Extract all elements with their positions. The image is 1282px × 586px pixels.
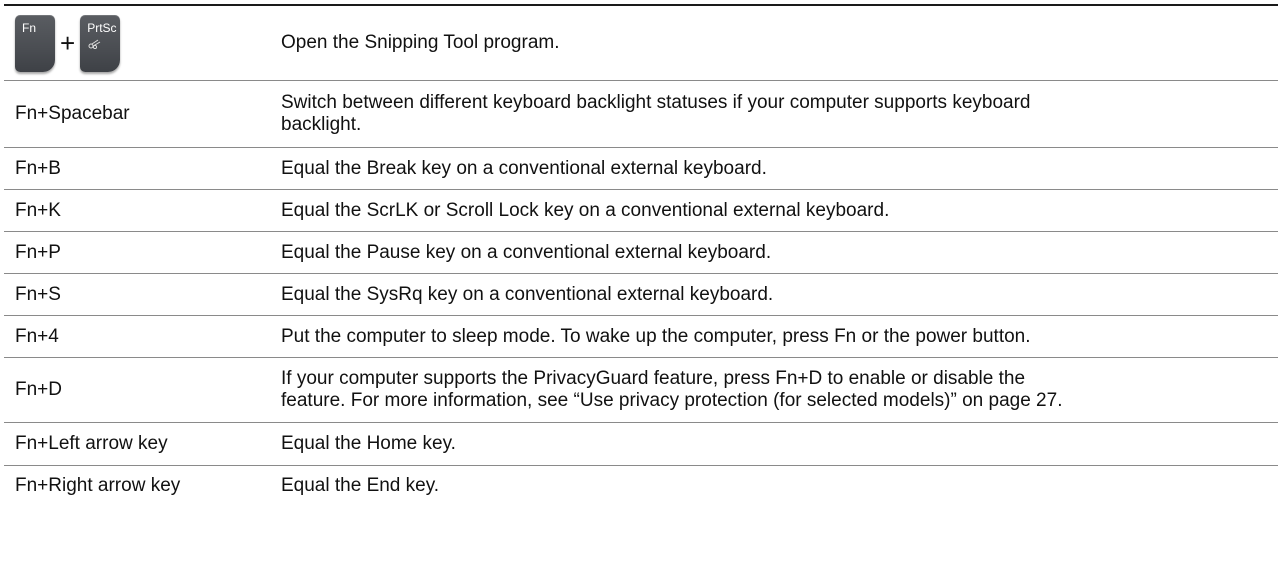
description-cell: Equal the Home key. (281, 433, 456, 454)
prtsc-key-image: PrtSc (80, 14, 121, 72)
fn-key-image: Fn (15, 14, 55, 72)
description-line: If your computer supports the PrivacyGua… (281, 368, 1026, 389)
description-cell: Equal the SysRq key on a conventional ex… (281, 283, 774, 305)
key-cell: Fn+S (15, 283, 61, 305)
description-cell: If your computer supports the PrivacyGua… (269, 368, 1278, 412)
table-row: Fn+P Equal the Pause key on a convention… (4, 232, 1278, 274)
key-cell: Fn+D (15, 379, 62, 400)
table-row: Fn+D If your computer supports the Priva… (4, 358, 1278, 423)
prtsc-key-label: PrtSc (87, 20, 117, 35)
description-cell: Equal the End key. (281, 475, 440, 496)
table-row: Fn+Spacebar Switch between different key… (4, 81, 1278, 148)
table-row: Fn+Right arrow key Equal the End key. (4, 466, 1278, 506)
table-row: Fn+4 Put the computer to sleep mode. To … (4, 316, 1278, 358)
key-cell: Fn+P (15, 241, 61, 263)
description-cell: Equal the Break key on a conventional ex… (281, 157, 767, 179)
key-cell: Fn+Spacebar (15, 103, 130, 124)
description-cell: Equal the ScrLK or Scroll Lock key on a … (281, 199, 890, 221)
key-cell: Fn+4 (15, 325, 59, 347)
description-line: Switch between different keyboard backli… (281, 92, 1031, 113)
table-row: Fn+S Equal the SysRq key on a convention… (4, 274, 1278, 316)
table-row: Fn+B Equal the Break key on a convention… (4, 148, 1278, 190)
plus-sign: + (60, 28, 76, 58)
key-cell: Fn+K (15, 199, 61, 221)
key-cell: Fn+Left arrow key (15, 433, 168, 454)
key-cell: Fn+Right arrow key (15, 475, 181, 496)
key-cell: Fn + PrtSc (4, 14, 269, 72)
table-row: Fn + PrtSc Open the Snipping Tool progra… (4, 6, 1278, 81)
description-cell: Switch between different keyboard backli… (269, 92, 1278, 136)
description-cell: Equal the Pause key on a conventional ex… (281, 241, 772, 263)
table-row: Fn+K Equal the ScrLK or Scroll Lock key … (4, 190, 1278, 232)
function-key-table: Fn + PrtSc Open the Snipping Tool progra… (4, 4, 1278, 506)
key-combo-image: Fn + PrtSc (15, 14, 269, 72)
fn-key-label: Fn (22, 20, 37, 35)
description-cell: Put the computer to sleep mode. To wake … (281, 325, 1031, 347)
description-line: feature. For more information, see “Use … (281, 390, 1063, 411)
snipping-tool-icon (88, 39, 101, 49)
table-row: Fn+Left arrow key Equal the Home key. (4, 423, 1278, 466)
description-line: backlight. (281, 114, 362, 135)
description-cell: Open the Snipping Tool program. (281, 32, 560, 53)
key-cell: Fn+B (15, 157, 61, 179)
